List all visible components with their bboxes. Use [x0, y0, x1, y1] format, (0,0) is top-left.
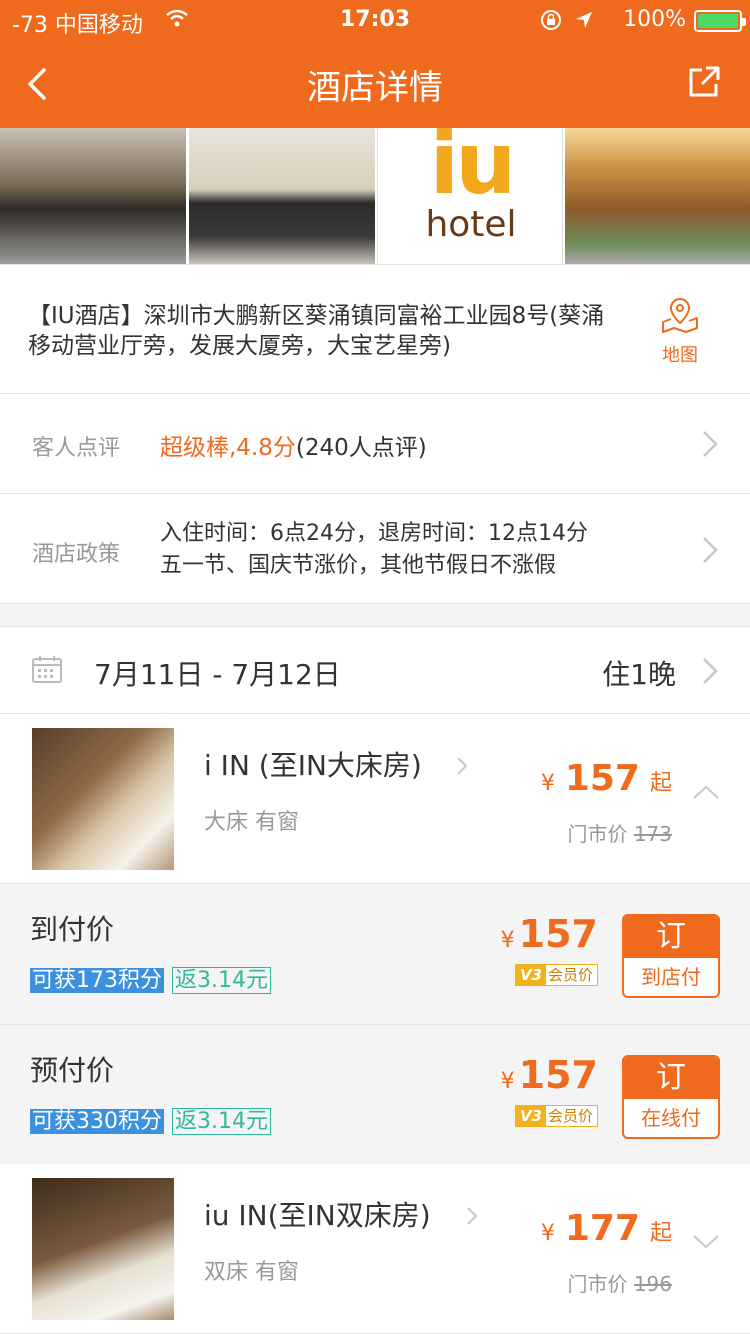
msrp-price: 门市价 196 — [567, 1268, 672, 1297]
price-value: 157 — [564, 758, 640, 799]
msrp-value: 173 — [633, 822, 672, 846]
cashback-badge: 返3.14元 — [172, 967, 271, 994]
policy-row[interactable]: 酒店政策 入住时间：6点24分，退房时间：12点14分 五一节、国庆节涨价，其他… — [0, 494, 750, 604]
chevron-down-icon[interactable] — [692, 1234, 720, 1250]
room-card[interactable]: iu IN(至IN双床房) 双床 有窗 ¥177 起 门市价 196 — [0, 1164, 750, 1334]
chevron-up-icon[interactable] — [692, 784, 720, 800]
map-pin-icon — [662, 297, 698, 333]
hotel-logo-text: hotel — [425, 204, 517, 245]
calendar-icon — [32, 656, 62, 683]
map-label: 地图 — [662, 345, 698, 366]
member-price-badge: V3 会员价 — [514, 964, 598, 986]
room-price: ¥177 起 — [541, 1208, 672, 1249]
chevron-right-icon — [703, 537, 718, 563]
member-price-badge: V3 会员价 — [514, 1105, 598, 1127]
address-section: 【IU酒店】深圳市大鹏新区葵涌镇同富裕工业园8号(葵涌移动营业厅旁，发展大厦旁，… — [0, 264, 750, 394]
currency-symbol: ¥ — [540, 771, 555, 796]
review-summary: 超级棒,4.8分(240人点评) — [160, 428, 427, 462]
price-value: 157 — [518, 912, 598, 956]
rate-option-pay-at-hotel: 到付价 可获173积分 返3.14元 ¥157 V3 会员价 订 到店付 — [0, 884, 750, 1024]
price-suffix: 起 — [649, 1221, 672, 1246]
room-photo[interactable] — [32, 728, 174, 870]
policy-label: 酒店政策 — [32, 542, 121, 567]
policy-text: 入住时间：6点24分，退房时间：12点14分 五一节、国庆节涨价，其他节假日不涨… — [160, 518, 588, 582]
rate-badges: 可获330积分 返3.14元 — [30, 1103, 271, 1135]
room-photo[interactable] — [32, 1178, 174, 1320]
hotel-photo-lobby[interactable] — [189, 128, 375, 264]
msrp-label: 门市价 — [567, 1272, 628, 1296]
review-count: (240人点评) — [295, 435, 427, 461]
status-bar: -73 中国移动 17:03 100% — [0, 0, 750, 40]
chevron-right-icon — [457, 757, 468, 775]
points-badge: 可获173积分 — [30, 968, 164, 993]
price-value: 157 — [518, 1053, 598, 1097]
room-tags: 双床 有窗 — [204, 1260, 299, 1285]
share-icon[interactable] — [686, 64, 722, 100]
member-price-label: 会员价 — [547, 966, 593, 984]
nav-bar: 酒店详情 — [0, 40, 750, 128]
map-button[interactable]: 地图 — [654, 295, 706, 366]
msrp-label: 门市价 — [567, 822, 628, 846]
battery-percent: 100% — [623, 7, 686, 32]
rate-option-prepay: 预付价 可获330积分 返3.14元 ¥157 V3 会员价 订 在线付 — [0, 1024, 750, 1164]
price-value: 177 — [564, 1208, 640, 1249]
battery-icon — [694, 10, 746, 32]
policy-line-checkin: 入住时间：6点24分，退房时间：12点14分 — [160, 521, 588, 546]
chevron-right-icon — [467, 1207, 478, 1225]
room-card[interactable]: i IN (至IN大床房) 大床 有窗 ¥157 起 门市价 173 — [0, 714, 750, 884]
vip-level-icon: V3 — [515, 965, 546, 985]
currency-symbol: ¥ — [500, 928, 515, 953]
rate-badges: 可获173积分 返3.14元 — [30, 962, 271, 994]
hotel-photo-building[interactable] — [565, 128, 750, 264]
rate-title: 预付价 — [30, 1054, 115, 1087]
room-tags: 大床 有窗 — [204, 810, 299, 835]
hotel-photo-strip[interactable]: iu hotel — [0, 128, 750, 264]
rotation-lock-icon — [541, 10, 561, 30]
chevron-right-icon — [703, 431, 718, 457]
rate-title: 到付价 — [30, 913, 115, 946]
hotel-logo-mark: iu — [429, 128, 517, 214]
room-name[interactable]: iu IN(至IN双床房) — [204, 1194, 431, 1234]
currency-symbol: ¥ — [500, 1069, 515, 1094]
price-suffix: 起 — [649, 771, 672, 796]
stay-dates: 7月11日 - 7月12日 — [94, 658, 341, 691]
hotel-photo-logo[interactable]: iu hotel — [377, 128, 563, 264]
msrp-value: 196 — [633, 1272, 672, 1296]
rate-price: ¥157 — [501, 1053, 598, 1097]
review-row[interactable]: 客人点评 超级棒,4.8分(240人点评) — [0, 394, 750, 494]
page-title: 酒店详情 — [307, 68, 443, 108]
currency-symbol: ¥ — [540, 1221, 555, 1246]
review-score: 超级棒,4.8分 — [160, 435, 296, 461]
payment-type: 在线付 — [641, 1106, 701, 1130]
book-button[interactable]: 订 在线付 — [622, 1055, 720, 1139]
date-selector[interactable]: 7月11日 - 7月12日 住1晚 — [0, 626, 750, 714]
msrp-price: 门市价 173 — [567, 818, 672, 847]
points-badge: 可获330积分 — [30, 1109, 164, 1134]
header: -73 中国移动 17:03 100% 酒店详情 — [0, 0, 750, 128]
payment-type: 到店付 — [641, 965, 701, 989]
vip-level-icon: V3 — [515, 1106, 546, 1126]
hotel-photo-exterior[interactable] — [0, 128, 186, 264]
member-price-label: 会员价 — [547, 1107, 593, 1125]
book-label: 订 — [624, 916, 718, 958]
cashback-badge: 返3.14元 — [172, 1108, 271, 1135]
book-button[interactable]: 订 到店付 — [622, 914, 720, 998]
location-arrow-icon — [576, 12, 592, 28]
rate-price: ¥157 — [501, 912, 598, 956]
review-label: 客人点评 — [32, 436, 121, 461]
nights-count: 住1晚 — [602, 658, 676, 691]
chevron-right-icon — [703, 658, 718, 684]
room-name[interactable]: i IN (至IN大床房) — [204, 744, 422, 784]
policy-line-holiday: 五一节、国庆节涨价，其他节假日不涨假 — [160, 553, 557, 578]
rate-options: 到付价 可获173积分 返3.14元 ¥157 V3 会员价 订 到店付 预付价 可… — [0, 884, 750, 1164]
book-label: 订 — [624, 1057, 718, 1099]
hotel-address: 【IU酒店】深圳市大鹏新区葵涌镇同富裕工业园8号(葵涌移动营业厅旁，发展大厦旁，… — [28, 303, 605, 359]
room-price: ¥157 起 — [541, 758, 672, 799]
